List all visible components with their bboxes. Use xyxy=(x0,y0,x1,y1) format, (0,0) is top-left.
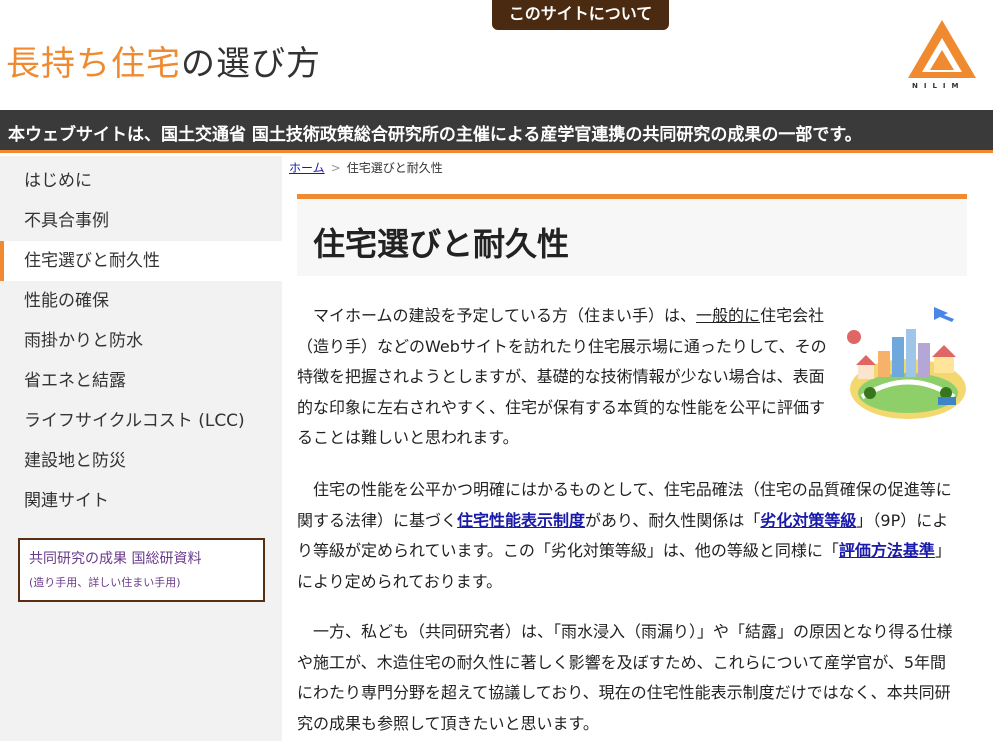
p2-text-b: があり、耐久性関係は「 xyxy=(585,510,761,530)
sidebar-item-performance[interactable]: 性能の確保 xyxy=(0,281,282,321)
site-title-accent: 長持ち住宅 xyxy=(6,44,181,84)
sidebar-item-disaster-prevention[interactable]: 建設地と防災 xyxy=(0,441,282,481)
town-illustration-icon xyxy=(847,307,966,419)
research-results-link[interactable]: 共同研究の成果 国総研資料 (造り手用、詳しい住まい手用) xyxy=(18,538,265,602)
intro-paragraph: マイホームの建設を予定している方（住まい手）は、一般的に住宅会社（造り手）などの… xyxy=(297,301,832,454)
sidebar-item-waterproofing[interactable]: 雨掛かりと防水 xyxy=(0,321,282,361)
performance-display-system-link[interactable]: 住宅性能表示制度 xyxy=(457,511,585,530)
sidebar-item-defect-cases[interactable]: 不具合事例 xyxy=(0,201,282,241)
sidebar-item-housing-durability[interactable]: 住宅選びと耐久性 xyxy=(0,241,282,281)
sidebar-item-introduction[interactable]: はじめに xyxy=(0,161,282,201)
sidebar-item-lcc[interactable]: ライフサイクルコスト (LCC) xyxy=(0,401,282,441)
p1-text-a: マイホームの建設を予定している方（住まい手）は、 xyxy=(297,306,697,325)
nilim-logo-icon[interactable] xyxy=(906,18,978,92)
breadcrumb-home-link[interactable]: ホーム xyxy=(289,161,325,175)
site-title[interactable]: 長持ち住宅の選び方 xyxy=(6,36,321,85)
banner-text: 本ウェブサイトは、国土交通省 国土技術政策総合研究所の主催による産学官連携の共同… xyxy=(8,125,862,145)
logo-text: NILIM xyxy=(912,82,965,90)
research-box-subtitle: (造り手用、詳しい住まい手用) xyxy=(29,576,181,589)
breadcrumb: ホーム > 住宅選びと耐久性 xyxy=(289,159,443,176)
site-header: このサイトについて 長持ち住宅の選び方 NILIM xyxy=(0,0,993,110)
evaluation-standard-link[interactable]: 評価方法基準 xyxy=(839,541,935,560)
page-title: 住宅選びと耐久性 xyxy=(313,225,570,263)
deterioration-grade-link[interactable]: 劣化対策等級 xyxy=(760,511,856,530)
performance-paragraph: 住宅の性能を公平かつ明確にはかるものとして、住宅品確法（住宅の品質確保の促進等に… xyxy=(297,475,962,597)
sidebar-item-energy-condensation[interactable]: 省エネと結露 xyxy=(0,361,282,401)
sidebar-nav: はじめに 不具合事例 住宅選びと耐久性 性能の確保 雨掛かりと防水 省エネと結露… xyxy=(0,156,282,741)
sponsor-banner: 本ウェブサイトは、国土交通省 国土技術政策総合研究所の主催による産学官連携の共同… xyxy=(0,110,993,153)
sidebar-item-related-sites[interactable]: 関連サイト xyxy=(0,481,282,521)
research-paragraph: 一方、私ども（共同研究者）は、「雨水浸入（雨漏り）」や「結露」の原因となり得る仕… xyxy=(297,622,953,733)
p1-text-b: 住宅会社（造り手）などのWebサイトを訪れたり住宅展示場に通ったりして、その特徴… xyxy=(297,306,827,447)
breadcrumb-separator: > xyxy=(330,161,341,175)
site-title-rest: の選び方 xyxy=(181,44,321,84)
research-box-title: 共同研究の成果 国総研資料 xyxy=(29,551,202,567)
page-title-box: 住宅選びと耐久性 xyxy=(297,194,967,276)
about-site-tab[interactable]: このサイトについて xyxy=(492,0,669,30)
generally-link[interactable]: 一般的に xyxy=(696,306,760,325)
breadcrumb-current: 住宅選びと耐久性 xyxy=(346,161,443,175)
